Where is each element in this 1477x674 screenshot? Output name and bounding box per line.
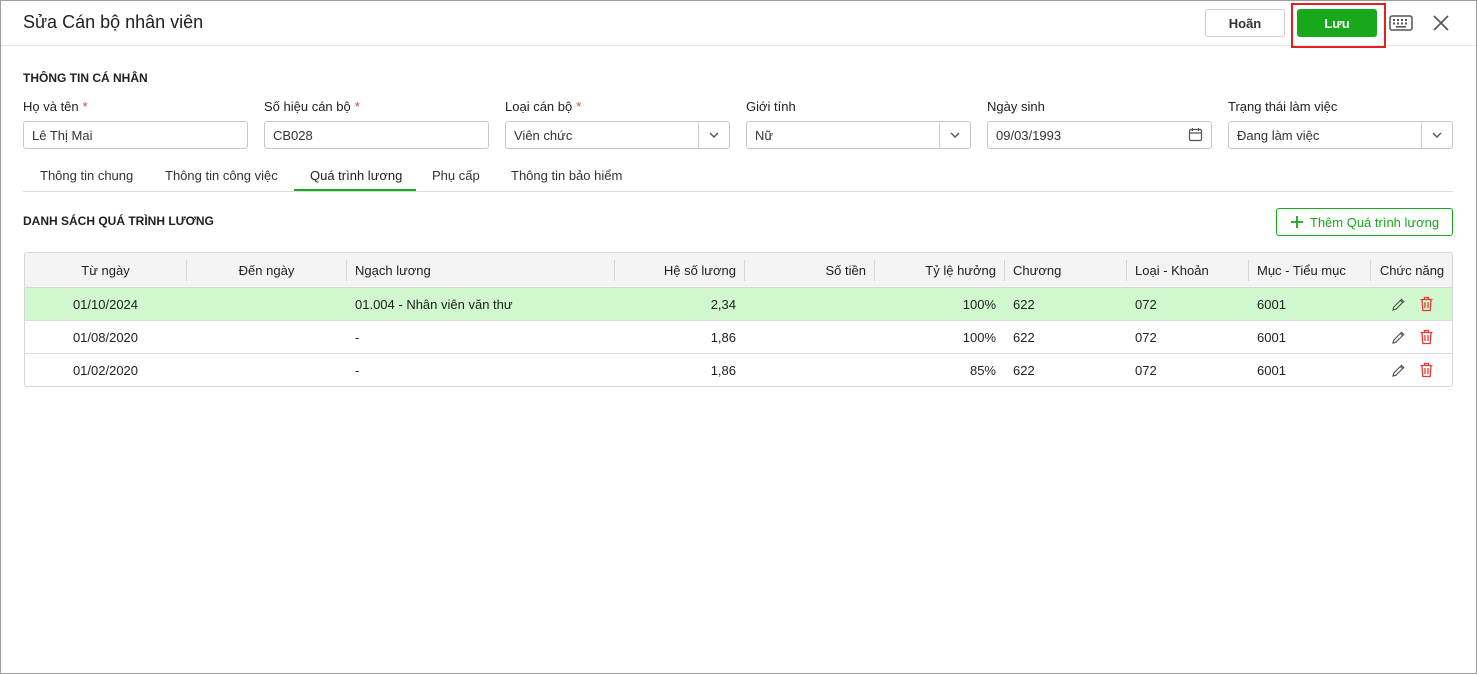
col-actions: Chức năng: [1379, 263, 1445, 278]
cell-to-date: [186, 288, 347, 321]
add-salary-label: Thêm Quá trình lương: [1309, 214, 1440, 230]
tab-bar: Thông tin chung Thông tin công việc Quá …: [23, 164, 1453, 192]
cell-type: 072: [1135, 297, 1157, 312]
required-mark: *: [576, 99, 582, 114]
work-status-select[interactable]: Đang làm việc: [1228, 121, 1453, 149]
field-label: Ngày sinh: [987, 99, 1045, 114]
col-to-date[interactable]: Đến ngày: [186, 253, 347, 288]
col-salary-coefficient[interactable]: Hệ số lương: [614, 253, 736, 288]
cell-from-date: 01/10/2024: [72, 297, 139, 312]
col-type[interactable]: Loại - Khoản: [1135, 253, 1245, 288]
col-amount[interactable]: Số tiền: [744, 253, 866, 288]
cell-to-date: [186, 354, 347, 386]
cell-chapter: 622: [1013, 363, 1035, 378]
col-salary-grade[interactable]: Ngạch lương: [355, 253, 605, 288]
staff-type-select[interactable]: Viên chức: [505, 121, 730, 149]
chevron-down-icon[interactable]: [708, 129, 720, 141]
dialog-title: Sửa Cán bộ nhân viên: [23, 12, 204, 32]
cell-item: 6001: [1257, 363, 1286, 378]
cancel-button[interactable]: Hoãn: [1205, 9, 1285, 37]
required-mark: *: [354, 99, 360, 114]
field-label: Trạng thái làm việc: [1228, 99, 1338, 114]
tab-salary-history[interactable]: Quá trình lương: [310, 168, 402, 183]
table-row[interactable]: 01/08/2020 - 1,86 100% 622 072 6001: [25, 321, 1452, 354]
close-icon[interactable]: [1431, 13, 1451, 33]
cell-amount: [744, 354, 866, 386]
field-label: Loại cán bộ: [505, 99, 573, 114]
tab-allowance[interactable]: Phụ cấp: [432, 168, 480, 183]
plus-icon: [1290, 216, 1303, 228]
table-row[interactable]: 01/10/2024 01.004 - Nhân viên văn thư 2,…: [25, 288, 1452, 321]
tab-insurance-info[interactable]: Thông tin bảo hiểm: [511, 168, 622, 183]
cell-amount: [744, 321, 866, 354]
table-row[interactable]: 01/02/2020 - 1,86 85% 622 072 6001: [25, 354, 1452, 386]
field-label: Số hiệu cán bộ: [264, 99, 351, 114]
field-birth-date: Ngày sinh 09/03/1993: [987, 99, 1212, 149]
cell-rate: 100%: [962, 330, 996, 345]
cell-amount: [744, 288, 866, 321]
cell-salary-grade: 01.004 - Nhân viên văn thư: [355, 297, 513, 312]
table-header: Từ ngày Đến ngày Ngạch lương Hệ số lương…: [25, 253, 1452, 288]
cell-item: 6001: [1257, 330, 1286, 345]
salary-list-title: DANH SÁCH QUÁ TRÌNH LƯƠNG: [23, 214, 214, 228]
field-staff-type: Loại cán bộ * Viên chức: [505, 99, 730, 149]
field-gender: Giới tính Nữ: [746, 99, 971, 149]
keyboard-icon[interactable]: [1389, 14, 1413, 32]
cell-from-date: 01/02/2020: [72, 363, 139, 378]
save-button[interactable]: Lưu: [1297, 9, 1377, 37]
field-work-status: Trạng thái làm việc Đang làm việc: [1228, 99, 1453, 149]
calendar-icon[interactable]: [1188, 127, 1203, 142]
cell-salary-grade: -: [355, 363, 360, 378]
trash-icon[interactable]: [1419, 362, 1434, 378]
col-item[interactable]: Mục - Tiểu mục: [1257, 253, 1372, 288]
input-value: CB028: [273, 127, 313, 143]
add-salary-button[interactable]: Thêm Quá trình lương: [1276, 208, 1453, 236]
edit-employee-dialog: Sửa Cán bộ nhân viên Hoãn Lưu THÔNG TIN …: [0, 0, 1477, 674]
col-chapter[interactable]: Chương: [1013, 253, 1123, 288]
cell-chapter: 622: [1013, 297, 1035, 312]
full-name-input[interactable]: Lê Thị Mai: [23, 121, 248, 149]
staff-code-input[interactable]: CB028: [264, 121, 489, 149]
select-value: Nữ: [755, 127, 774, 143]
cell-coefficient: 1,86: [710, 330, 736, 345]
select-value: Đang làm việc: [1237, 127, 1320, 143]
dialog-header: Sửa Cán bộ nhân viên Hoãn Lưu: [1, 1, 1476, 48]
input-value: 09/03/1993: [996, 127, 1062, 143]
trash-icon[interactable]: [1419, 329, 1434, 345]
salary-table: Từ ngày Đến ngày Ngạch lương Hệ số lương…: [24, 252, 1453, 387]
personal-info-title: THÔNG TIN CÁ NHÂN: [23, 71, 148, 85]
tab-work-info[interactable]: Thông tin công việc: [165, 168, 278, 183]
cell-to-date: [186, 321, 347, 354]
cell-type: 072: [1135, 363, 1157, 378]
select-value: Viên chức: [514, 127, 573, 143]
col-rate[interactable]: Tỷ lệ hưởng: [874, 253, 996, 288]
pencil-icon[interactable]: [1391, 330, 1406, 345]
chevron-down-icon[interactable]: [1431, 129, 1443, 141]
input-value: Lê Thị Mai: [32, 127, 93, 143]
gender-select[interactable]: Nữ: [746, 121, 971, 149]
active-tab-indicator: [294, 189, 416, 191]
col-from-date[interactable]: Từ ngày: [25, 253, 186, 288]
cell-rate: 100%: [962, 297, 996, 312]
field-label: Giới tính: [746, 99, 796, 114]
cell-item: 6001: [1257, 297, 1286, 312]
cell-type: 072: [1135, 330, 1157, 345]
tab-general-info[interactable]: Thông tin chung: [40, 168, 133, 183]
required-mark: *: [82, 99, 88, 114]
pencil-icon[interactable]: [1391, 363, 1406, 378]
birth-date-input[interactable]: 09/03/1993: [987, 121, 1212, 149]
field-staff-code: Số hiệu cán bộ * CB028: [264, 99, 489, 149]
pencil-icon[interactable]: [1391, 297, 1406, 312]
field-full-name: Họ và tên * Lê Thị Mai: [23, 99, 248, 149]
trash-icon[interactable]: [1419, 296, 1434, 312]
cell-coefficient: 2,34: [710, 297, 736, 312]
cell-rate: 85%: [969, 363, 996, 378]
chevron-down-icon[interactable]: [949, 129, 961, 141]
cell-from-date: 01/08/2020: [72, 330, 139, 345]
field-label: Họ và tên: [23, 99, 79, 114]
cell-chapter: 622: [1013, 330, 1035, 345]
cell-coefficient: 1,86: [710, 363, 736, 378]
cell-salary-grade: -: [355, 330, 360, 345]
